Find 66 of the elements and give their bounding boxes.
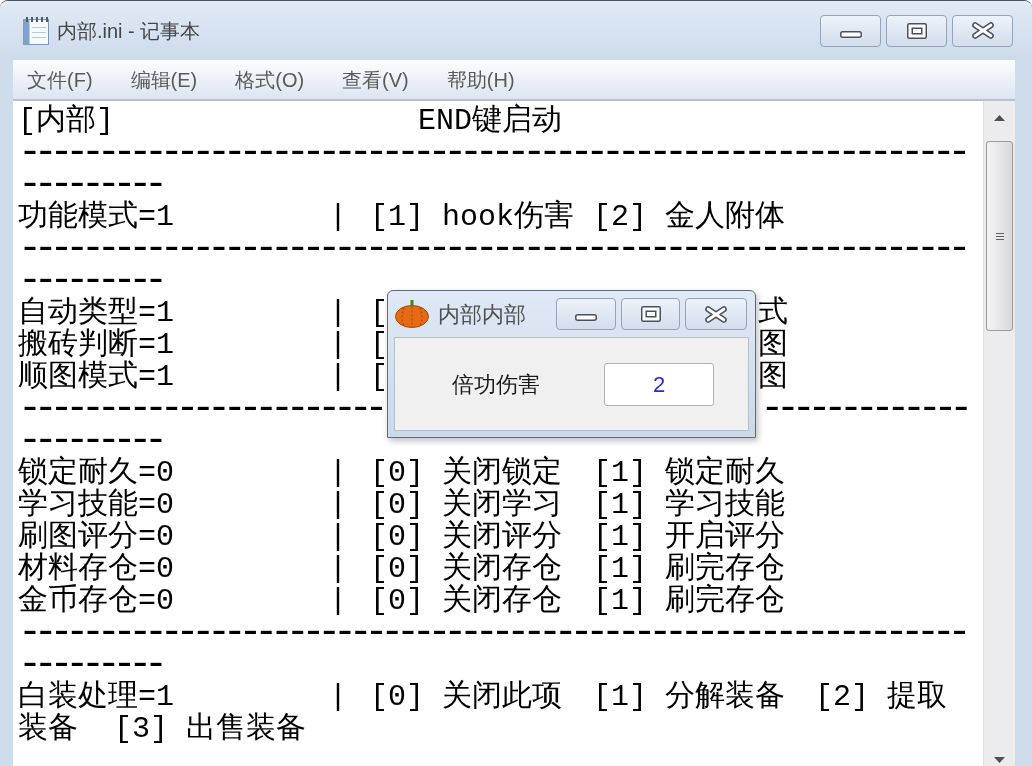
grip-icon <box>995 232 1004 240</box>
maximize-button[interactable] <box>886 14 947 47</box>
dash-line: ----------------------- <box>18 393 381 425</box>
separator-text: | <box>329 520 347 554</box>
maximize-icon <box>640 306 661 322</box>
field-label: 倍功伤害 <box>452 371 540 397</box>
separator-text: | <box>329 360 347 394</box>
setting-text: 顺图模式=1 <box>18 360 174 394</box>
option-text: 图 <box>758 360 788 394</box>
pumpkin-icon <box>395 300 429 328</box>
menu-item[interactable]: 格式(O) <box>235 66 305 93</box>
option-text: [ <box>370 360 388 394</box>
separator-text: | <box>329 552 347 586</box>
dash-line: ------------- <box>760 393 965 425</box>
separator-text: | <box>329 200 347 234</box>
up-arrow-icon <box>994 115 1005 121</box>
dash-line: --------- <box>18 265 160 297</box>
option-text: [0] 关闭存仓 <box>370 584 562 618</box>
menu-item[interactable]: 编辑(E) <box>130 66 198 93</box>
wrapped-text: 装备 [3] 出售装备 <box>18 712 307 746</box>
window-title: 内部.ini - 记事本 <box>57 18 201 44</box>
separator-text: | <box>329 584 347 618</box>
option-text: 式 <box>758 296 788 330</box>
option-text: [1] 刷完存仓 <box>593 584 785 618</box>
option-text: [1] hook伤害 <box>370 200 575 234</box>
menu-item[interactable]: 文件(F) <box>27 66 93 93</box>
setting-text: 金币存仓=0 <box>18 584 174 618</box>
menu-item[interactable]: 帮助(H) <box>446 66 515 93</box>
dash-line: ------------------------------------------------------------ <box>18 233 964 265</box>
notepad-icon <box>23 16 49 45</box>
option-text: [1] 分解装备 <box>593 680 785 714</box>
dash-line: ------------------------------------------------------------ <box>18 617 964 649</box>
option-text: [2] 提取 <box>815 680 947 714</box>
option-text: [2] 金人附体 <box>593 200 785 234</box>
scroll-thumb[interactable] <box>986 141 1013 331</box>
close-icon <box>971 22 994 39</box>
close-button[interactable] <box>952 14 1013 47</box>
value-field[interactable]: 2 <box>604 362 714 406</box>
dash-line: --------- <box>18 649 160 681</box>
dash-line: --------- <box>18 425 160 457</box>
option-text: 图 <box>758 328 788 362</box>
option-text: [0] 关闭此项 <box>370 680 562 714</box>
separator-text: | <box>329 456 347 490</box>
option-text: [ <box>370 296 388 330</box>
separator-text: | <box>329 328 347 362</box>
separator-text: | <box>329 488 347 522</box>
dash-line: --------- <box>18 169 160 201</box>
minimize-icon <box>839 30 862 38</box>
dash-line: ------------------------------------------------------------ <box>18 137 964 169</box>
maximize-button[interactable] <box>621 298 680 330</box>
minimize-button[interactable] <box>820 14 881 47</box>
option-text: [ <box>370 328 388 362</box>
down-arrow-icon <box>994 757 1005 763</box>
setting-text: 功能模式=1 <box>18 200 174 234</box>
menu-item[interactable]: 查看(V) <box>342 66 409 93</box>
maximize-icon <box>906 22 927 39</box>
separator-text: | <box>329 296 347 330</box>
close-icon <box>705 305 727 323</box>
minimize-button[interactable] <box>556 298 616 330</box>
separator-text: | <box>329 680 347 714</box>
note-text: END键启动 <box>418 104 562 138</box>
minimize-icon <box>575 314 597 321</box>
close-button[interactable] <box>685 298 747 330</box>
section-header: [内部] <box>18 104 114 138</box>
dialog-title: 内部内部 <box>438 300 526 329</box>
text-editor[interactable] <box>13 101 983 766</box>
